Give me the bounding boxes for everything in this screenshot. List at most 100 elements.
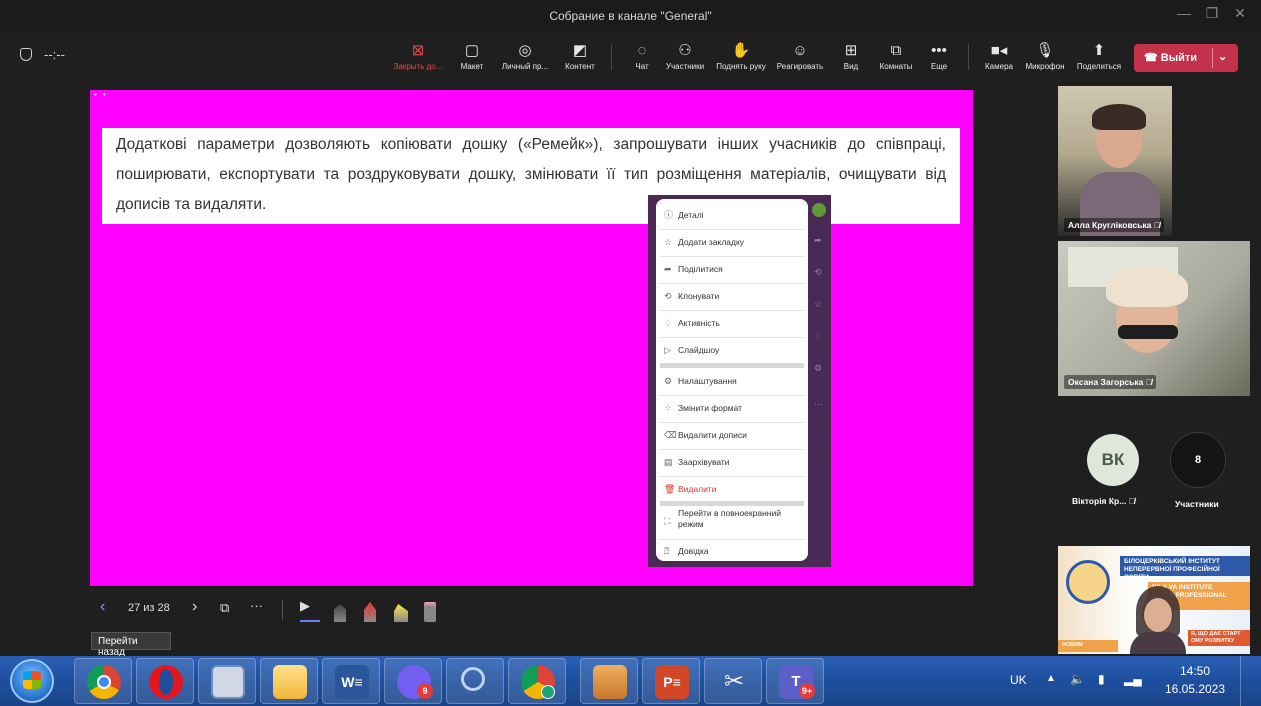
taskbar-viber[interactable]: 9	[384, 658, 442, 704]
settings-rail-icon[interactable]: ⚙	[814, 363, 822, 374]
more-options-icon[interactable]: ···	[250, 598, 263, 613]
menu-item-help[interactable]: ⍰ Довідка	[664, 541, 802, 561]
language-indicator[interactable]: UK	[1010, 673, 1027, 687]
presenter-video[interactable]: БІЛОЦЕРКІВСЬКИЙ ІНСТИТУТ НЕПЕРЕРВНОЇ ПРОФ…	[1058, 546, 1250, 654]
next-slide-button[interactable]: ›	[192, 598, 197, 616]
star-rail-icon[interactable]: ☆	[814, 299, 822, 310]
camera-button[interactable]: ■◂ Камера	[982, 40, 1016, 80]
menu-item-activity[interactable]: ♢ Активність	[664, 313, 802, 333]
eraser-tool-icon[interactable]	[424, 598, 436, 622]
meeting-toolbar: --:-- ⊠ Закрыть до... ▢ Макет ◎ Личный п…	[0, 32, 1261, 84]
trash-icon: 🗑	[664, 484, 676, 494]
personal-view-button[interactable]: ◎ Личный пр...	[496, 40, 554, 80]
taskbar-clock[interactable]: 14:50 16.05.2023	[1160, 662, 1230, 698]
menu-item-fullscreen[interactable]: ⛶ Перейти в повноекранний режим	[664, 508, 802, 536]
menu-item-clone[interactable]: ⟲ Клонувати	[664, 286, 802, 306]
grid-icon: ⊞	[844, 42, 858, 59]
leave-button[interactable]: ☎ Выйти ⌄	[1134, 44, 1238, 72]
taskbar-word[interactable]: W≡	[322, 658, 380, 704]
taskbar-teams[interactable]: T 9+	[766, 658, 824, 704]
share-button[interactable]: ⬆ Поделиться	[1074, 40, 1124, 80]
clock-date: 16.05.2023	[1164, 682, 1226, 696]
menu-item-label: Змінити формат	[678, 403, 743, 413]
share-rail-icon[interactable]: ➦	[814, 235, 822, 246]
react-button[interactable]: ☺ Реагировать	[774, 40, 826, 80]
pointer-tool-icon[interactable]: ▶	[300, 598, 320, 622]
menu-item-change-format[interactable]: ⁘ Змінити формат	[664, 398, 802, 418]
close-content-button[interactable]: ⊠ Закрыть до...	[393, 40, 443, 80]
menu-item-settings[interactable]: ⚙ Налаштування	[664, 371, 802, 391]
close-icon[interactable]: ✕	[1228, 5, 1252, 22]
tooltip: Перейти назад	[91, 632, 171, 658]
taskbar-search[interactable]	[446, 658, 504, 704]
button-label: Личный пр...	[501, 62, 549, 71]
title-bar: Собрание в канале "General" — ❐ ✕	[0, 0, 1261, 32]
menu-item-label: Заархівувати	[678, 457, 730, 467]
menu-item-archive[interactable]: ▤ Заархівувати	[664, 452, 802, 472]
network-icon[interactable]: ▂▄	[1124, 672, 1142, 686]
button-label: Поднять руку	[716, 62, 766, 71]
menu-item-label: Видалити дописи	[678, 430, 747, 440]
star-icon: ☆	[664, 237, 673, 247]
taskbar-powerpoint[interactable]: P≡	[642, 658, 700, 704]
chrome-icon	[87, 665, 121, 699]
institute-logo	[1066, 560, 1110, 604]
chevron-down-icon[interactable]: ⌄	[1218, 50, 1227, 63]
participant-video-2[interactable]: Оксана Загорська 🎙̸	[1058, 241, 1250, 396]
meeting-timer: --:--	[20, 47, 65, 62]
content-button[interactable]: ◩ Контент	[560, 40, 600, 80]
taskbar-calculator[interactable]	[198, 658, 256, 704]
more-rail-icon[interactable]: ⋯	[814, 399, 823, 410]
word-icon: W≡	[335, 665, 369, 699]
bell-icon: ♢	[664, 318, 673, 328]
board-settings-panel: ⓘ Деталі ☆ Додати закладку ➦ Поділитися ⟲ Кл…	[648, 195, 831, 567]
menu-section-divider	[660, 501, 804, 506]
clone-rail-icon[interactable]: ⟲	[814, 267, 822, 278]
chat-button[interactable]: ◌ Чат	[626, 40, 658, 80]
power-icon[interactable]: ▮	[1098, 672, 1105, 686]
more-button[interactable]: ••• Еще	[928, 40, 950, 80]
bell-rail-icon[interactable]: ♢	[814, 331, 822, 342]
menu-item-slideshow[interactable]: ▷ Слайдшоу	[664, 340, 802, 360]
slides-panel-icon[interactable]: ⧉	[220, 600, 229, 616]
taskbar-chrome-profile[interactable]	[508, 658, 566, 704]
opera-icon	[149, 665, 183, 699]
more-icon: •••	[931, 42, 947, 59]
taskbar-archiver[interactable]	[580, 658, 638, 704]
participants-button[interactable]: ⚇ Участники	[662, 40, 708, 80]
menu-item-delete-posts[interactable]: ⌫Видалити дописи	[664, 425, 802, 445]
pen-red-icon[interactable]	[364, 598, 376, 622]
menu-item-bookmark[interactable]: ☆ Додати закладку	[664, 232, 802, 252]
others-count[interactable]: 8	[1170, 432, 1226, 488]
info-icon: ⓘ	[664, 210, 674, 220]
timer-text: --:--	[44, 47, 65, 62]
menu-item-delete[interactable]: 🗑 Видалити	[664, 479, 802, 499]
raise-hand-button[interactable]: ✋ Поднять руку	[712, 40, 770, 80]
button-label: Вид	[843, 62, 859, 71]
pen-black-icon[interactable]	[334, 598, 346, 622]
taskbar-chrome[interactable]	[74, 658, 132, 704]
taskbar-snipping[interactable]: ✂	[704, 658, 762, 704]
taskbar-opera[interactable]	[136, 658, 194, 704]
volume-icon[interactable]: 🔈	[1070, 672, 1085, 686]
start-button[interactable]	[10, 659, 54, 703]
window-title: Собрание в канале "General"	[549, 9, 712, 23]
tray-expand-icon[interactable]: ▲	[1046, 673, 1056, 684]
minimize-icon[interactable]: —	[1172, 5, 1196, 21]
menu-item-share[interactable]: ➦ Поділитися	[664, 259, 802, 279]
participant-video-1[interactable]: Алла Кругліковська 🎙̸	[1058, 86, 1172, 236]
rooms-button[interactable]: ⧉ Комнаты	[876, 40, 916, 80]
restore-icon[interactable]: ❐	[1200, 5, 1224, 22]
mic-off-icon: 🎙̸	[1145, 377, 1153, 387]
microphone-button[interactable]: 🎙 Микрофон	[1020, 40, 1070, 80]
participant-avatar[interactable]: ВК	[1087, 434, 1139, 486]
view-button[interactable]: ⊞ Вид	[838, 40, 864, 80]
user-avatar[interactable]	[812, 203, 826, 217]
slide-counter: 27 из 28	[128, 602, 170, 614]
show-desktop-button[interactable]	[1240, 656, 1261, 706]
highlighter-icon[interactable]	[394, 598, 408, 622]
previous-slide-button[interactable]: ‹	[100, 598, 105, 616]
taskbar-explorer[interactable]	[260, 658, 318, 704]
menu-item-details[interactable]: ⓘ Деталі	[664, 205, 802, 225]
layout-button[interactable]: ▢ Макет	[454, 40, 490, 80]
